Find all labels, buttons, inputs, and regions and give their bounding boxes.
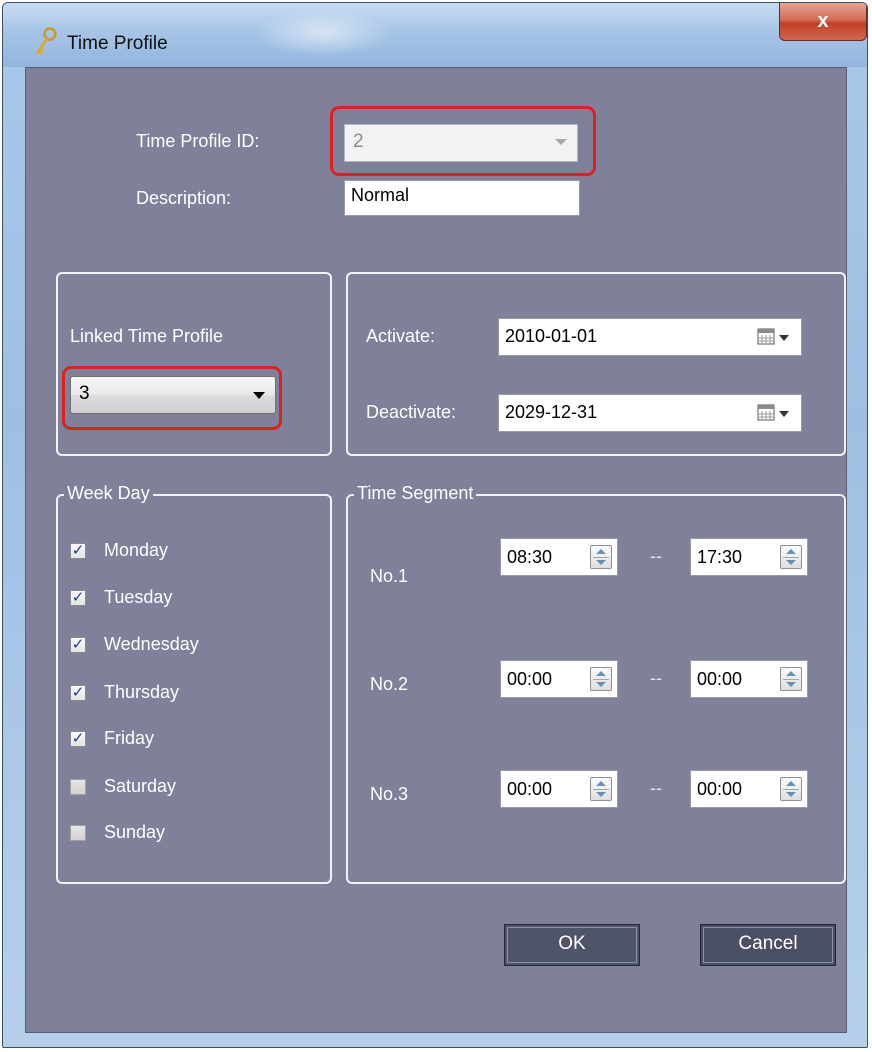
description-label: Description: bbox=[136, 188, 232, 208]
weekday-group: Week Day bbox=[56, 483, 332, 884]
linked-profile-group bbox=[56, 272, 332, 456]
description-input[interactable]: Normal bbox=[344, 180, 580, 216]
dialog-body: Time Profile ID: 2 Description: Normal L… bbox=[25, 67, 847, 1033]
linked-profile-label: Linked Time Profile bbox=[70, 326, 224, 346]
deactivate-label: Deactivate: bbox=[366, 402, 457, 422]
segment-2-end[interactable]: 00:00 bbox=[690, 660, 808, 698]
checkbox[interactable]: ✓ bbox=[70, 685, 86, 701]
cancel-button[interactable]: Cancel bbox=[700, 924, 836, 966]
spinner-icon[interactable] bbox=[590, 777, 612, 801]
segment-1-end[interactable]: 17:30 bbox=[690, 538, 808, 576]
time-segment-title: Time Segment bbox=[354, 483, 477, 504]
range-separator: -- bbox=[650, 668, 662, 688]
title-bar[interactable]: Time Profile x bbox=[3, 3, 867, 67]
activate-date-value: 2010-01-01 bbox=[505, 326, 598, 346]
checkbox[interactable]: ✓ bbox=[70, 590, 86, 606]
checkbox[interactable]: ✓ bbox=[70, 637, 86, 653]
segment-3-label: No.3 bbox=[370, 784, 409, 804]
spinner-icon[interactable] bbox=[590, 545, 612, 569]
calendar-icon[interactable] bbox=[757, 403, 795, 423]
range-separator: -- bbox=[650, 546, 662, 566]
window-title: Time Profile bbox=[67, 33, 168, 54]
segment-2-label: No.2 bbox=[370, 674, 409, 694]
spinner-icon[interactable] bbox=[590, 667, 612, 691]
chevron-down-icon bbox=[555, 139, 567, 145]
profile-id-value: 2 bbox=[353, 131, 364, 152]
checkbox[interactable]: ✓ bbox=[70, 543, 86, 559]
linked-profile-select[interactable]: 3 bbox=[70, 376, 276, 414]
activate-date-picker[interactable]: 2010-01-01 bbox=[498, 318, 802, 356]
linked-profile-value: 3 bbox=[79, 383, 90, 404]
checkbox[interactable] bbox=[70, 779, 86, 795]
chevron-down-icon bbox=[253, 392, 265, 399]
calendar-icon[interactable] bbox=[757, 327, 795, 347]
spinner-icon[interactable] bbox=[780, 545, 802, 569]
segment-1-label: No.1 bbox=[370, 566, 409, 586]
segment-1-start[interactable]: 08:30 bbox=[500, 538, 618, 576]
time-profile-window: Time Profile x Time Profile ID: 2 Descri… bbox=[2, 2, 868, 1048]
range-separator: -- bbox=[650, 778, 662, 798]
key-icon bbox=[35, 27, 57, 56]
ok-button[interactable]: OK bbox=[504, 924, 640, 966]
activate-label: Activate: bbox=[366, 326, 436, 346]
checkbox[interactable] bbox=[70, 825, 86, 841]
close-button[interactable]: x bbox=[779, 3, 867, 41]
segment-2-start[interactable]: 00:00 bbox=[500, 660, 618, 698]
segment-3-start[interactable]: 00:00 bbox=[500, 770, 618, 808]
deactivate-date-picker[interactable]: 2029-12-31 bbox=[498, 394, 802, 432]
spinner-icon[interactable] bbox=[780, 667, 802, 691]
profile-id-label: Time Profile ID: bbox=[136, 131, 260, 151]
segment-3-end[interactable]: 00:00 bbox=[690, 770, 808, 808]
checkbox[interactable]: ✓ bbox=[70, 731, 86, 747]
deactivate-date-value: 2029-12-31 bbox=[505, 402, 598, 422]
profile-id-select[interactable]: 2 bbox=[344, 124, 578, 162]
weekday-title: Week Day bbox=[64, 483, 153, 504]
spinner-icon[interactable] bbox=[780, 777, 802, 801]
